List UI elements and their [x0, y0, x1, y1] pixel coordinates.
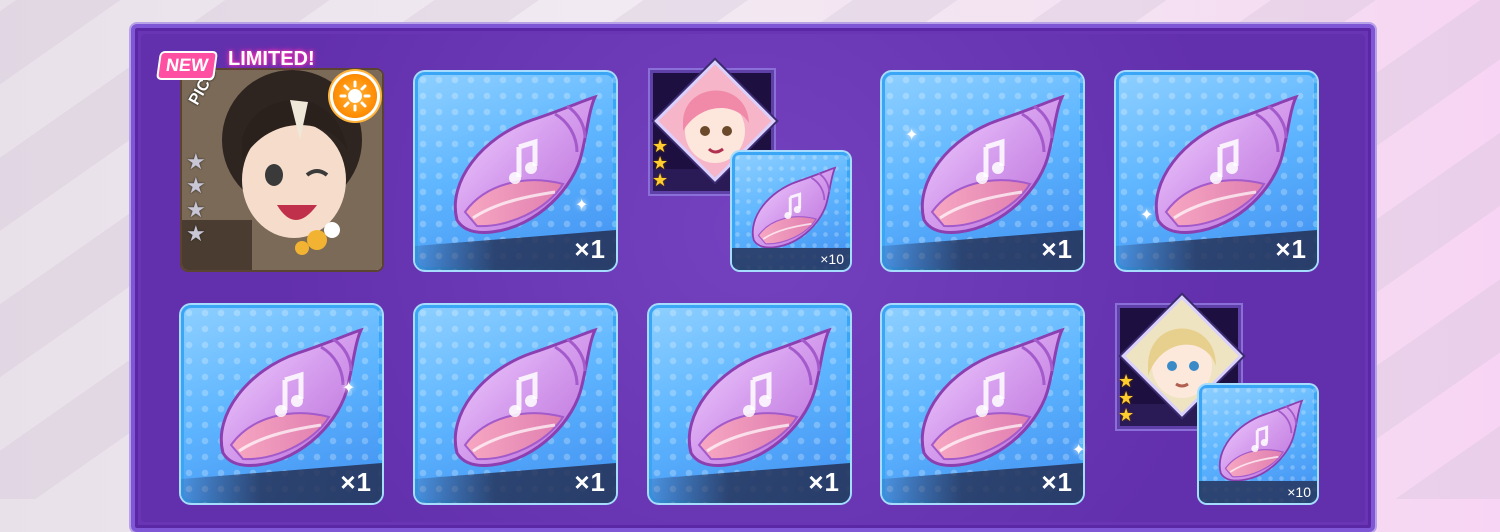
- star-icon: ★: [186, 173, 206, 198]
- shell-icon: [203, 325, 373, 475]
- sparkle-icon: ✦: [1072, 442, 1086, 459]
- reward-quantity: ×10: [1287, 484, 1311, 500]
- sparkle-icon: ✦: [1140, 207, 1154, 224]
- reward-quantity: ×1: [1041, 467, 1073, 497]
- star-icon: ★: [1118, 405, 1135, 425]
- shell-icon: [437, 325, 607, 475]
- shell-icon: [1209, 397, 1309, 487]
- shell-icon: [904, 325, 1074, 475]
- reward-quantity: ×1: [574, 234, 606, 264]
- sparkle-icon: ✦: [905, 127, 919, 144]
- shell-icon: [1138, 92, 1308, 242]
- sparkle-icon: ✦: [342, 380, 356, 397]
- reward-quantity: ×1: [1041, 234, 1073, 264]
- reward-quantity: ×1: [340, 467, 372, 497]
- reward-quantity: ×1: [808, 467, 840, 497]
- star-icon: ★: [186, 149, 206, 174]
- reward-tile-shell[interactable]: ×1: [415, 72, 616, 270]
- sun-icon: [339, 80, 371, 112]
- star-icon: ★: [652, 170, 669, 190]
- attribute-badge: [333, 74, 377, 118]
- reward-tile-shell[interactable]: ×1: [415, 305, 616, 503]
- new-badge: NEW: [158, 53, 216, 78]
- limited-badge: LIMITED!: [228, 48, 315, 70]
- reward-tile-shell[interactable]: ×1: [649, 305, 850, 503]
- reward-quantity: ×1: [1275, 234, 1307, 264]
- shell-icon: [904, 92, 1074, 242]
- reward-tile-shell-small[interactable]: ×10: [732, 152, 850, 270]
- reward-tile-shell[interactable]: ×1: [181, 305, 382, 503]
- reward-quantity: ×10: [820, 251, 844, 267]
- star-icon: ★: [186, 197, 206, 222]
- shell-icon: [671, 325, 841, 475]
- featured-card-rarity: ★ ★ ★ ★: [186, 150, 214, 246]
- shell-icon: [742, 164, 842, 254]
- reward-quantity: ×1: [574, 467, 606, 497]
- reward-tile-shell[interactable]: ×1: [882, 305, 1083, 503]
- reward-tile-shell[interactable]: ×1: [1116, 72, 1317, 270]
- reward-tile-shell[interactable]: ×1: [882, 72, 1083, 270]
- sparkle-icon: ✦: [575, 197, 589, 214]
- reward-tile-shell-small[interactable]: ×10: [1199, 385, 1317, 503]
- shell-icon: [437, 92, 607, 242]
- star-icon: ★: [186, 221, 206, 246]
